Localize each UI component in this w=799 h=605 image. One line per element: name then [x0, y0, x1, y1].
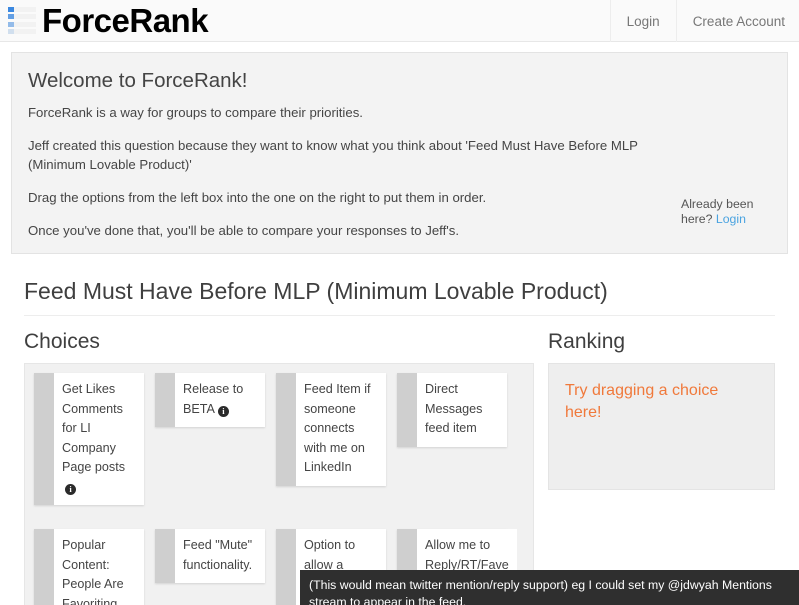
- drag-handle[interactable]: [276, 373, 296, 486]
- drag-handle[interactable]: [155, 373, 175, 428]
- choice-card[interactable]: Popular Content: People Are Favoriting f…: [34, 529, 144, 605]
- choice-card[interactable]: Feed "Mute" functionality.: [155, 529, 265, 584]
- question-title: Feed Must Have Before MLP (Minimum Lovab…: [24, 278, 775, 316]
- ranking-dropzone[interactable]: Try dragging a choice here!: [548, 363, 775, 490]
- choice-card-slot: Feed Item if someone connects with me on…: [276, 373, 397, 517]
- nav-link-create-account[interactable]: Create Account: [675, 0, 799, 42]
- choice-card-slot: Direct Messages feed item: [397, 373, 518, 517]
- welcome-instruction-compare: Once you've done that, you'll be able to…: [28, 222, 460, 238]
- choice-card-label: Get Likes Comments for LI Company Page p…: [62, 382, 126, 475]
- brand-name: ForceRank: [42, 2, 209, 39]
- top-navbar: ForceRank Login Create Account: [0, 0, 799, 42]
- choices-column: Choices Get Likes Comments for LI Compan…: [24, 330, 534, 605]
- choice-card-label: Release to BETA: [183, 382, 244, 416]
- drag-handle[interactable]: [155, 529, 175, 584]
- choice-card-body: Feed "Mute" functionality.: [175, 529, 265, 584]
- main-columns: Choices Get Likes Comments for LI Compan…: [11, 330, 788, 605]
- info-tooltip: (This would mean twitter mention/reply s…: [300, 570, 799, 605]
- choices-dropzone[interactable]: Get Likes Comments for LI Company Page p…: [24, 363, 534, 605]
- welcome-intro: ForceRank is a way for groups to compare…: [28, 105, 363, 120]
- drag-handle[interactable]: [34, 373, 54, 506]
- choice-card-label: Feed "Mute" functionality.: [183, 538, 253, 572]
- choice-card[interactable]: Feed Item if someone connects with me on…: [276, 373, 386, 486]
- choice-card-slot: Release to BETA i: [155, 373, 276, 517]
- choice-card[interactable]: Release to BETA i: [155, 373, 265, 428]
- ranking-empty-hint: Try dragging a choice here!: [565, 382, 719, 421]
- ranking-column: Ranking Try dragging a choice here!: [548, 330, 775, 605]
- choice-card-body: Direct Messages feed item: [417, 373, 507, 447]
- forcerank-bars-icon: [8, 7, 36, 34]
- choice-card-label: Popular Content: People Are Favoriting f…: [62, 538, 124, 605]
- already-been-here: Already been here? Login: [681, 197, 773, 227]
- choice-card-body: Release to BETA i: [175, 373, 265, 428]
- choice-card-label: Direct Messages feed item: [425, 382, 483, 436]
- choice-card-label: Feed Item if someone connects with me on…: [304, 382, 371, 475]
- info-icon[interactable]: i: [65, 483, 76, 495]
- drag-handle[interactable]: [397, 373, 417, 447]
- nav-links: Login Create Account: [609, 0, 799, 42]
- choice-card-body: Get Likes Comments for LI Company Page p…: [54, 373, 144, 506]
- page-content: Welcome to ForceRank! ForceRank is a way…: [0, 52, 799, 605]
- welcome-title: Welcome to ForceRank!: [28, 69, 248, 92]
- choices-heading: Choices: [24, 330, 100, 353]
- info-icon[interactable]: i: [217, 405, 229, 417]
- welcome-question-context: Jeff created this question because they …: [28, 138, 638, 173]
- already-been-here-login-link[interactable]: Login: [716, 212, 746, 226]
- nav-link-login[interactable]: Login: [609, 0, 676, 42]
- ranking-heading: Ranking: [548, 330, 626, 353]
- choice-card[interactable]: Direct Messages feed item: [397, 373, 507, 447]
- choice-card-body: Feed Item if someone connects with me on…: [296, 373, 386, 486]
- choice-card-slot: Feed "Mute" functionality.: [155, 529, 276, 605]
- drag-handle[interactable]: [34, 529, 54, 605]
- welcome-panel: Welcome to ForceRank! ForceRank is a way…: [11, 52, 788, 254]
- choice-card-body: Popular Content: People Are Favoriting f…: [54, 529, 144, 605]
- drag-handle[interactable]: [276, 529, 296, 605]
- choice-card[interactable]: Get Likes Comments for LI Company Page p…: [34, 373, 144, 506]
- brand-logo[interactable]: ForceRank: [0, 0, 209, 42]
- choice-card-slot: Popular Content: People Are Favoriting f…: [34, 529, 155, 605]
- choice-card-slot: Get Likes Comments for LI Company Page p…: [34, 373, 155, 517]
- welcome-instruction-drag: Drag the options from the left box into …: [28, 190, 487, 206]
